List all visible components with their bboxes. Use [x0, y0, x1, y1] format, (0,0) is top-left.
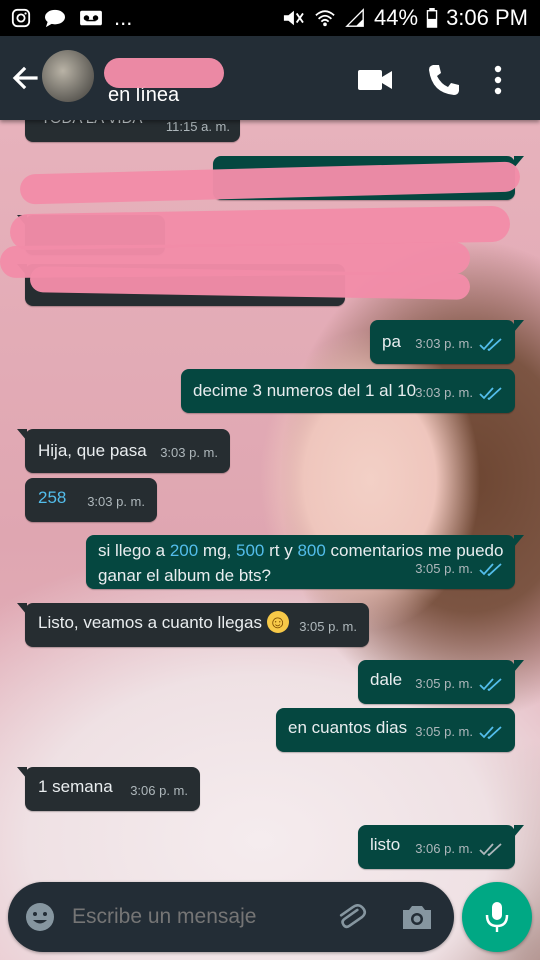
message-text: Listo, veamos a cuanto llegas ☺ — [38, 611, 289, 633]
battery-percent: 44% — [374, 5, 419, 30]
message-bubble-incoming[interactable]: Listo, veamos a cuanto llegas ☺ 3:05 p. … — [17, 603, 369, 647]
chat-header: en línea — [0, 36, 540, 120]
message-text: Hija, que pasa — [38, 441, 147, 460]
double-check-icon — [479, 725, 502, 739]
message-time: 3:05 p. m. — [415, 676, 473, 691]
redaction-name — [104, 58, 224, 88]
message-text: 258 — [38, 488, 67, 507]
message-bubble-outgoing[interactable]: dale 3:05 p. m. — [358, 660, 524, 704]
message-input[interactable] — [72, 882, 312, 952]
message-time: 3:06 p. m. — [415, 841, 473, 856]
attach-icon[interactable] — [334, 900, 368, 934]
emoji-icon[interactable] — [24, 901, 56, 933]
smiling-emoji: ☺ — [266, 611, 289, 633]
battery-icon — [426, 8, 438, 28]
contact-avatar[interactable] — [42, 50, 94, 102]
double-check-icon — [479, 842, 502, 856]
message-bubble-outgoing[interactable]: en cuantos dias 3:05 p. m. — [276, 708, 515, 752]
message-time: 3:05 p. m. — [415, 561, 473, 576]
chat-icon — [45, 9, 65, 28]
message-bubble-outgoing[interactable]: si llego a 200 mg, 500 rt y 800 comentar… — [86, 535, 524, 589]
instagram-icon — [11, 8, 31, 28]
message-bubble-outgoing[interactable]: pa 3:03 p. m. — [370, 320, 524, 364]
status-bar: ... 44% 3:06 PM — [0, 0, 540, 36]
clock: 3:06 PM — [446, 5, 528, 30]
status-overflow: ... — [114, 5, 133, 30]
more-vert-icon[interactable] — [488, 60, 508, 100]
message-text: listo — [370, 835, 401, 854]
message-text: en cuantos dias — [288, 718, 408, 737]
message-time: 3:05 p. m. — [415, 724, 473, 739]
voicemail-icon — [80, 10, 102, 26]
message-text: decime 3 numeros del 1 al 10 — [193, 381, 417, 400]
message-text: pa — [382, 332, 401, 351]
double-check-icon — [479, 337, 502, 351]
message-time: 3:03 p. m. — [160, 445, 218, 460]
message-text: dale — [370, 670, 403, 689]
message-bubble-incoming[interactable]: 1 semana 3:06 p. m. — [17, 767, 200, 811]
message-text: 1 semana — [38, 777, 113, 796]
message-bubble-outgoing[interactable]: listo 3:06 p. m. — [358, 825, 524, 869]
double-check-icon — [479, 562, 502, 576]
message-time: 3:06 p. m. — [130, 783, 188, 798]
signal-icon — [345, 8, 364, 27]
mic-icon — [485, 902, 509, 932]
message-time: 3:05 p. m. — [299, 619, 357, 634]
phone-icon[interactable] — [424, 60, 464, 100]
double-check-icon — [479, 386, 502, 400]
mute-icon — [283, 10, 304, 26]
message-composer — [8, 882, 454, 952]
message-time: 3:03 p. m. — [415, 336, 473, 351]
double-check-icon — [479, 677, 502, 691]
mic-button[interactable] — [462, 882, 532, 952]
message-bubble-incoming[interactable]: Hija, que pasa 3:03 p. m. — [17, 429, 230, 473]
message-time: 3:03 p. m. — [415, 385, 473, 400]
message-bubble-outgoing[interactable]: decime 3 numeros del 1 al 10 3:03 p. m. — [181, 369, 515, 413]
message-bubble-incoming[interactable]: 258 3:03 p. m. — [25, 478, 157, 522]
camera-icon[interactable] — [400, 900, 434, 934]
wifi-icon — [315, 10, 335, 27]
back-arrow-icon[interactable] — [8, 58, 44, 98]
message-time: 3:03 p. m. — [87, 494, 145, 509]
video-call-icon[interactable] — [356, 60, 396, 100]
